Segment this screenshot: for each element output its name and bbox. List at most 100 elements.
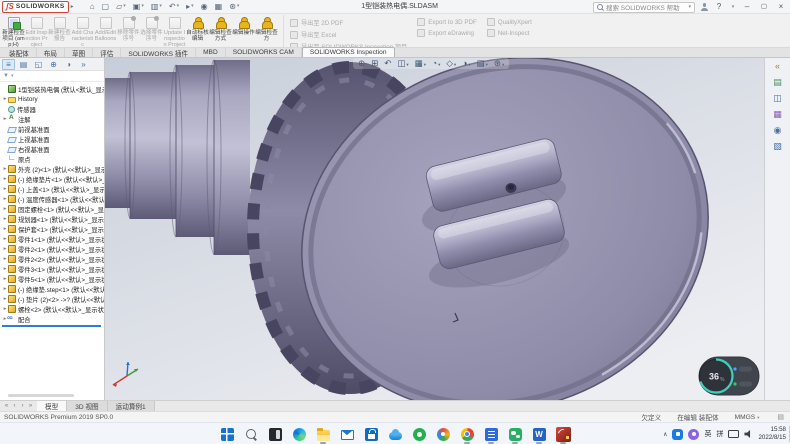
tree-item[interactable]: ▸ 零件2<2> (默认<<默认>_显示状态 [0, 254, 104, 264]
ribbon-button[interactable]: 新建检查报告 [48, 15, 71, 47]
qat-button[interactable]: ◉ [199, 2, 210, 12]
qat-button[interactable]: ▦ [213, 2, 225, 12]
tree-item[interactable]: ▸ 固定螺栓<1> (默认<<默认>_显示 [0, 204, 104, 214]
tree-item[interactable]: ▸ 螺栓<2> (默认<<默认>_显示状态 [0, 304, 104, 314]
user-account-icon[interactable] [700, 3, 708, 11]
qat-button[interactable]: ▱ [114, 2, 128, 12]
view-toolbar-icon[interactable]: ◇ [446, 59, 456, 68]
tree-item[interactable]: ▸ 零件5<1> (默认<<默认>_显示状态 [0, 274, 104, 284]
export-menu-item[interactable]: Export eDrawing [417, 29, 477, 37]
command-tab[interactable]: 装配体 [2, 48, 37, 57]
ribbon-button[interactable]: Add Characteristic [71, 15, 94, 47]
help-button[interactable]: ? [713, 0, 725, 14]
taskbar-app-button[interactable] [553, 425, 573, 444]
taskbar-clock[interactable]: 15:58 2022/8/15 [758, 426, 786, 442]
view-toolbar-icon[interactable]: ⊛ [494, 59, 504, 68]
taskbar-app-button[interactable] [385, 425, 405, 444]
task-pane-tab-icon[interactable]: ◫ [773, 94, 782, 103]
task-pane-tab-icon[interactable]: « [775, 62, 780, 71]
tree-item[interactable]: ▸ 注解 [0, 114, 104, 124]
tree-item[interactable]: ▸ (-) 温度传感器<1> (默认<<默认>_ [0, 194, 104, 204]
solidworks-logo[interactable]: ʃS SOLIDWORKS [2, 1, 69, 13]
feature-panel-tab-icon[interactable]: ◑ [62, 59, 75, 70]
tabs-next-icon[interactable]: › [19, 403, 26, 409]
ribbon-button[interactable]: 自动标核编辑 [186, 15, 209, 47]
status-units-selector[interactable]: MMGS [735, 414, 760, 421]
ribbon-button[interactable]: 选择零件序号 [140, 15, 163, 47]
tree-item[interactable]: ▸ 零件1<1> (默认<<默认>_显示状态 [0, 234, 104, 244]
ribbon-button[interactable]: 移除零件序号 [117, 15, 140, 47]
qat-button[interactable]: ⌂ [88, 2, 97, 12]
model-3d-view[interactable]: 36 % [105, 58, 764, 400]
tree-item[interactable]: ▸ 零件2<1> (默认<<默认>_显示状态 [0, 244, 104, 254]
command-tab[interactable]: SOLIDWORKS 插件 [121, 48, 196, 57]
hud-button-top[interactable] [739, 367, 752, 372]
tree-item[interactable]: ▸ (-) 上盖<1> (默认<<默认>_显示状 [0, 184, 104, 194]
quality-menu-item[interactable]: QualityXpert [487, 18, 532, 26]
close-button[interactable]: × [775, 0, 787, 14]
view-toolbar-icon[interactable]: ⊕ [358, 59, 365, 68]
qat-button[interactable]: ⊛ [227, 2, 241, 12]
tree-item[interactable]: 1型铠装热电偶 (默认<默认_显示状态-1 [0, 84, 104, 94]
ribbon-button[interactable]: 编辑检查方式 [209, 15, 232, 47]
export-menu-item[interactable]: 导出至 Excel [290, 30, 407, 39]
hidden-icons-chevron[interactable]: ∧ [663, 431, 667, 438]
model-tab[interactable]: 模型 [37, 401, 67, 411]
export-menu-item[interactable]: 导出至 2D PDF [290, 18, 407, 27]
tree-item[interactable]: ▸ 配合 [0, 314, 104, 324]
tree-item[interactable]: 前视基准面 [0, 124, 104, 134]
tree-item[interactable]: 上视基准面 [0, 134, 104, 144]
help-search-input[interactable]: 搜索 SOLIDWORKS 帮助 ▾ [593, 2, 695, 13]
tree-item[interactable]: ▸ 保护套<1> (默认<<默认>_显示状 [0, 224, 104, 234]
view-toolbar-icon[interactable]: ◑ [462, 59, 470, 68]
tree-item[interactable]: 原点 [0, 154, 104, 164]
panel-horizontal-scrollbar[interactable] [8, 394, 74, 397]
tree-item[interactable]: ▸ 零件3<1> (默认<<默认>_显示状态 [0, 264, 104, 274]
help-caret-icon[interactable]: ▾ [730, 0, 736, 14]
tree-end-bar[interactable] [2, 325, 101, 327]
menu-flyout-arrow-icon[interactable]: ▸ [71, 3, 74, 10]
tree-item[interactable]: 右视基准面 [0, 144, 104, 154]
quality-menu-item[interactable]: Net-Inspect [487, 29, 532, 37]
tree-item[interactable]: ▸ (-) 绝缘垫片<1> (默认<<默认>_显 [0, 174, 104, 184]
tree-item[interactable]: ▸ (-) 绝缘垫.step<1> (默认<<默认> [0, 284, 104, 294]
task-pane-tab-icon[interactable]: ▧ [773, 142, 782, 151]
taskbar-app-button[interactable] [529, 425, 549, 444]
restore-button[interactable]: ▢ [758, 0, 770, 14]
filter-caret-icon[interactable]: ▾ [11, 73, 14, 79]
tree-item[interactable]: ▸ 规划器<1> (默认<<默认>_显示状 [0, 214, 104, 224]
view-toolbar-icon[interactable]: ↶ [384, 59, 391, 68]
command-tab[interactable]: 评估 [93, 48, 121, 57]
speaker-icon[interactable] [744, 430, 753, 439]
view-toolbar-icon[interactable]: ⊞ [371, 59, 378, 68]
ribbon-button[interactable]: Update Inspection Project [163, 15, 186, 47]
view-toolbar-icon[interactable]: ▦ [415, 59, 426, 68]
hud-button-bottom[interactable] [739, 382, 752, 387]
view-toolbar-icon[interactable]: ◔ [432, 59, 440, 68]
ribbon-button[interactable]: 新建检查项目 (amp;H) [2, 15, 25, 47]
feature-panel-tab-icon[interactable]: ⊕ [47, 59, 60, 70]
taskbar-app-button[interactable] [409, 425, 429, 444]
taskbar-app-button[interactable] [361, 425, 381, 444]
taskbar-app-button[interactable] [241, 425, 261, 444]
ribbon-button[interactable]: Add/Edit Balloons [94, 15, 117, 47]
taskbar-app-button[interactable] [265, 425, 285, 444]
taskbar-app-button[interactable] [289, 425, 309, 444]
tree-item[interactable]: 传感器 [0, 104, 104, 114]
ribbon-button[interactable]: 编辑操作 [232, 15, 255, 47]
qat-button[interactable]: ↶ [167, 2, 181, 12]
tray-app-blue-icon[interactable] [672, 429, 683, 440]
tree-item[interactable]: ▸ 外壳 (2)<1> (默认<<默认>_显示状 [0, 164, 104, 174]
ribbon-button[interactable]: 编辑检查方 [255, 15, 278, 47]
feature-panel-tab-icon[interactable]: » [77, 59, 90, 70]
tabs-first-icon[interactable]: « [3, 403, 10, 409]
taskbar-app-button[interactable] [505, 425, 525, 444]
feature-panel-tab-icon[interactable]: ▤ [17, 59, 30, 70]
task-pane-tab-icon[interactable]: ▦ [773, 110, 782, 119]
graphics-viewport[interactable]: 36 % ⊕ ⊞ ↶ ◫ ▦ [105, 58, 764, 400]
taskbar-app-button[interactable] [481, 425, 501, 444]
tray-app-purple-icon[interactable] [688, 429, 699, 440]
language-indicator[interactable]: 英 [704, 429, 711, 439]
tabs-last-icon[interactable]: » [27, 403, 34, 409]
qat-button[interactable]: ▢ [100, 2, 112, 12]
